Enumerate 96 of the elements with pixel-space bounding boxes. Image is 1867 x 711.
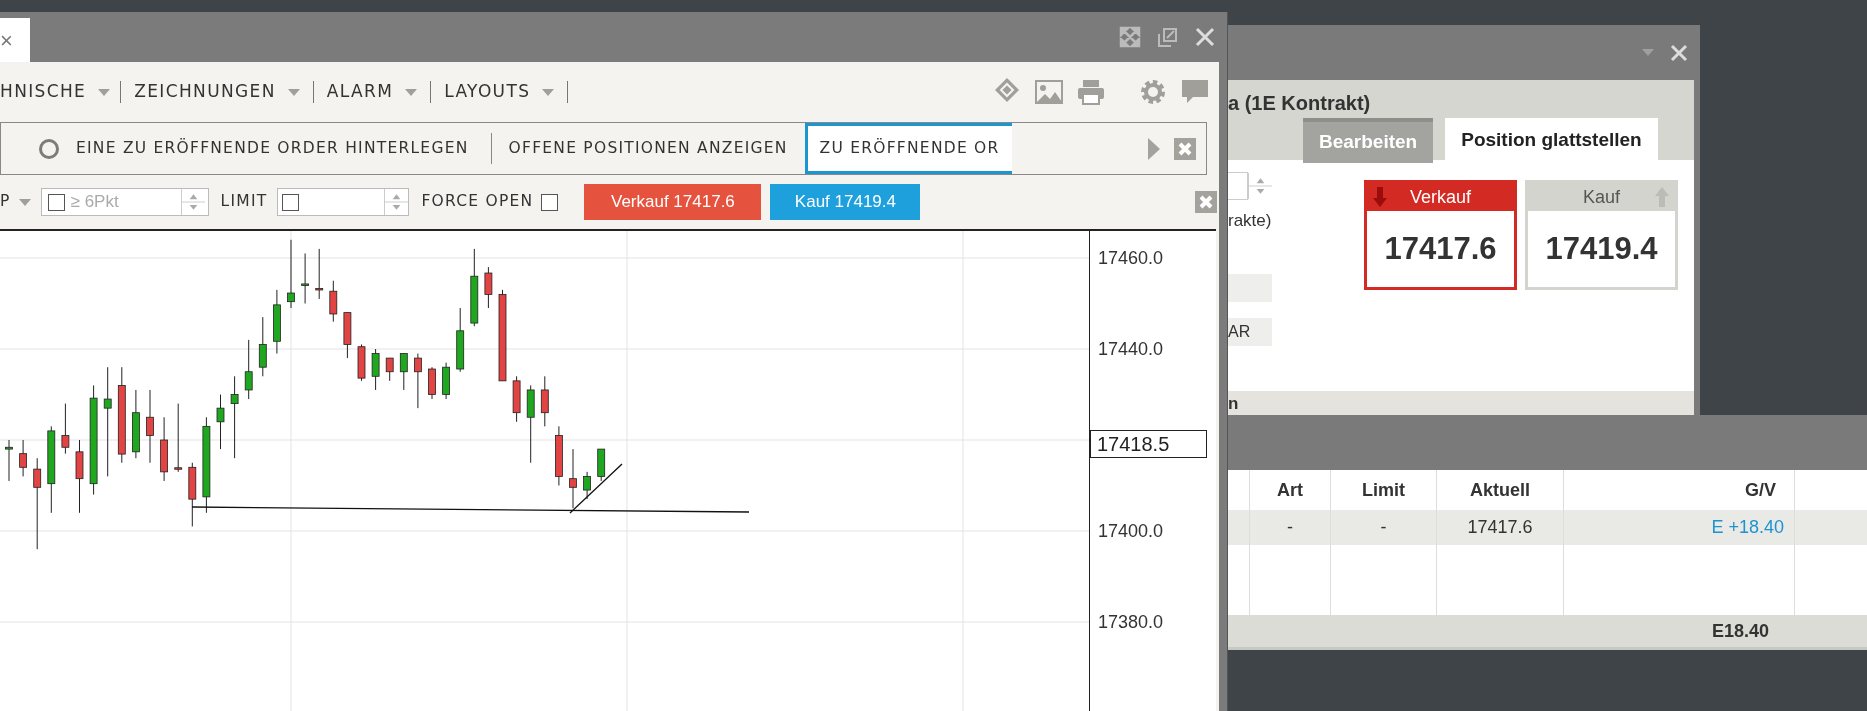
candle <box>329 280 338 323</box>
candle <box>188 462 197 527</box>
candle <box>258 316 267 377</box>
close-icon[interactable] <box>1670 43 1688 62</box>
stop-input[interactable]: ≥ 6Pkt <box>70 189 181 215</box>
window-tab[interactable]: × <box>0 18 30 62</box>
limit-label: LIMIT <box>220 191 268 213</box>
price-label: 17400.0 <box>1098 522 1164 540</box>
current-price-label: 17418.5 <box>1090 430 1207 458</box>
quote-card[interactable]: Verkauf 17417.6 <box>1364 180 1517 290</box>
candle <box>385 357 394 382</box>
radio-button[interactable] <box>39 138 59 159</box>
candle <box>160 416 168 482</box>
expand-icon[interactable] <box>1119 26 1141 48</box>
stop-field[interactable]: ≥ 6Pkt <box>40 188 209 216</box>
menu-button[interactable]: LAYOUTS <box>431 79 568 105</box>
caret-icon <box>98 88 111 96</box>
caret-icon <box>405 88 418 96</box>
candle <box>399 353 408 391</box>
sell-button[interactable]: Verkauf 17417.6 <box>584 184 762 220</box>
image-icon[interactable] <box>1035 80 1063 104</box>
candle <box>428 366 436 400</box>
caret-icon <box>542 88 555 96</box>
info-row <box>1228 273 1272 302</box>
candle <box>456 307 465 373</box>
candle <box>132 389 140 459</box>
section-header: n <box>1228 395 1239 412</box>
trend-line[interactable] <box>569 463 623 514</box>
quantity-hint: rakte) <box>1228 210 1273 232</box>
popout-icon[interactable] <box>1157 26 1179 48</box>
caret-icon <box>287 88 300 96</box>
table-cell: E +18.40 <box>1564 510 1795 545</box>
chat-icon[interactable] <box>1181 79 1209 105</box>
next-icon[interactable] <box>1148 137 1160 160</box>
printer-icon[interactable] <box>1077 79 1105 105</box>
stop-label: P <box>0 191 11 213</box>
candle <box>287 239 295 309</box>
checkbox[interactable] <box>541 193 559 211</box>
radio-label[interactable]: EINE ZU ERÖFFNENDE ORDER HINTERLEGEN <box>76 136 469 161</box>
table-cell: - <box>1331 510 1437 545</box>
price-label: 17380.0 <box>1098 613 1164 631</box>
force-open-label: FORCE OPEN <box>421 191 534 213</box>
candle <box>315 248 324 300</box>
tab-close-button[interactable]: × <box>0 23 13 57</box>
quote-label: Kauf <box>1583 185 1620 209</box>
candle <box>540 375 549 427</box>
arrow-down-icon <box>1373 187 1387 207</box>
candle <box>244 339 253 400</box>
candle <box>216 394 225 450</box>
candle <box>273 289 281 355</box>
menu-button[interactable]: ZEICHNUNGEN <box>121 79 313 105</box>
candle <box>371 348 380 391</box>
caret-icon <box>18 198 31 206</box>
candle <box>597 448 606 482</box>
tab[interactable]: OFFENE POSITIONEN ANZEIGEN <box>491 123 805 174</box>
arrow-up-icon <box>1655 187 1669 207</box>
spinner-icon[interactable] <box>384 189 409 215</box>
close-icon[interactable] <box>1195 191 1217 213</box>
info-row: AR <box>1228 317 1272 346</box>
close-icon[interactable] <box>1195 27 1215 47</box>
tab[interactable]: Position glattstellen <box>1445 118 1658 163</box>
checkbox[interactable] <box>282 193 300 211</box>
candle <box>512 375 521 423</box>
candle <box>414 353 422 409</box>
spinner-icon[interactable] <box>180 189 205 215</box>
caret-icon <box>1642 49 1654 56</box>
candle <box>61 403 70 455</box>
table-cell: - <box>1250 510 1331 545</box>
price-label: 17440.0 <box>1098 340 1164 358</box>
trend-line[interactable] <box>191 506 750 513</box>
candle <box>357 343 366 382</box>
candle <box>569 448 577 509</box>
price-label: 17460.0 <box>1098 249 1164 267</box>
close-icon[interactable] <box>1174 137 1196 160</box>
menu-button[interactable]: ALARM <box>313 79 431 105</box>
gear-icon[interactable] <box>1139 78 1167 106</box>
candle <box>343 312 352 359</box>
total-value: E18.40 <box>1710 619 1769 643</box>
menu-button[interactable]: HNISCHE <box>0 79 121 105</box>
candle <box>583 471 591 500</box>
candle <box>174 403 183 473</box>
spinner-icon[interactable] <box>1248 173 1272 199</box>
limit-field[interactable] <box>277 188 410 216</box>
candle <box>19 439 27 477</box>
quantity-field[interactable] <box>1228 172 1248 200</box>
quote-card[interactable]: Kauf 17419.4 <box>1525 180 1678 290</box>
quote-label: Verkauf <box>1409 185 1471 209</box>
checkbox[interactable] <box>47 193 65 211</box>
tab[interactable]: ZU ERÖFFNENDE OR <box>804 123 1012 174</box>
candle <box>555 425 563 486</box>
candle <box>442 362 450 400</box>
candle <box>5 439 13 482</box>
panel-title: a (1E Kontrakt) <box>1228 91 1372 116</box>
candle <box>484 266 493 309</box>
table-cell: 17417.6 <box>1437 510 1564 545</box>
candle <box>301 252 309 304</box>
